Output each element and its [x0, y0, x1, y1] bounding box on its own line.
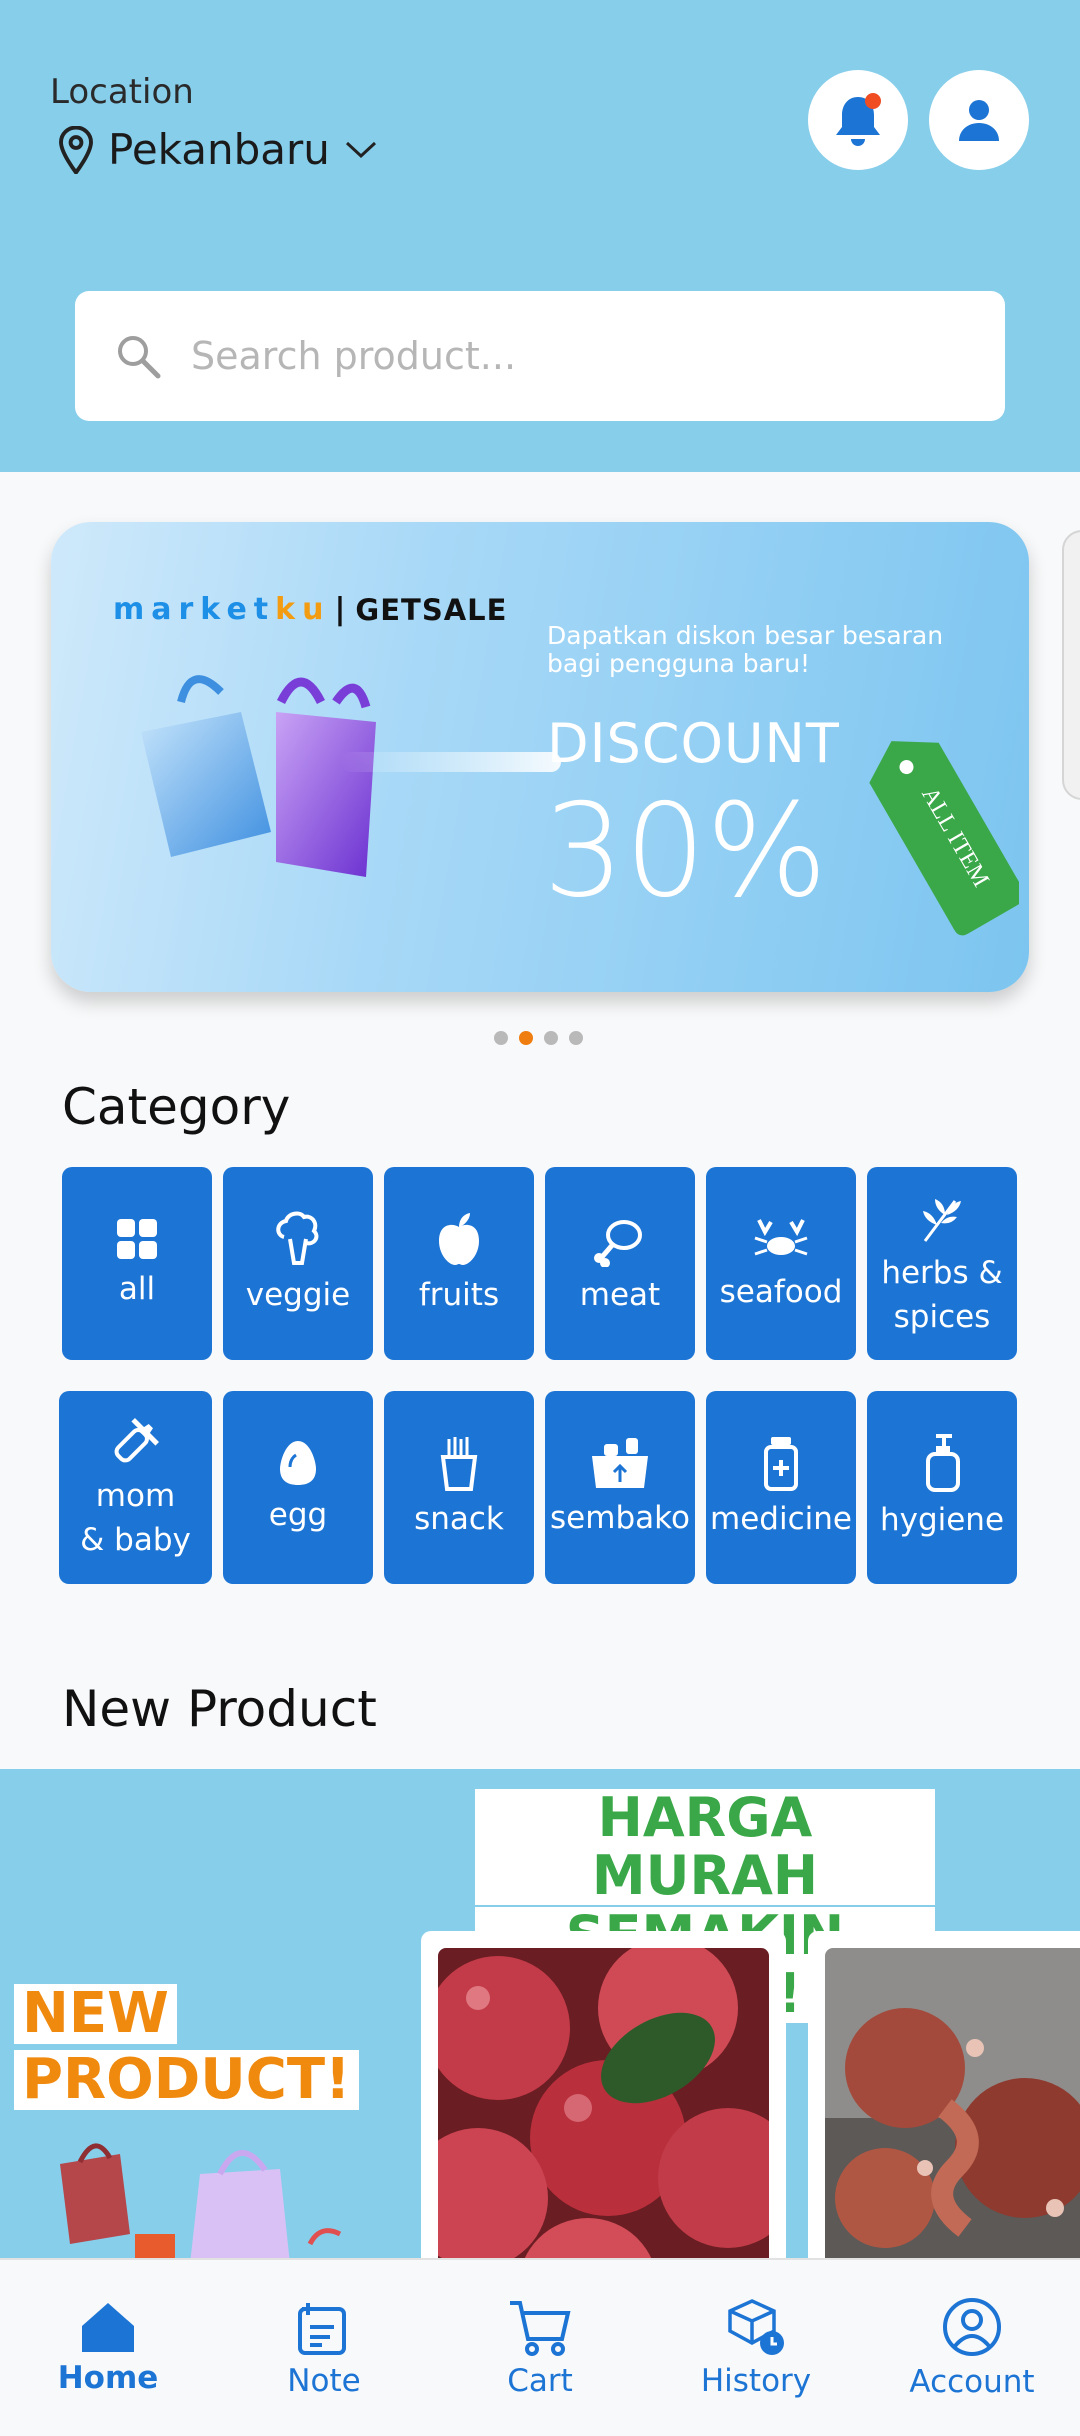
- location-value: Pekanbaru: [108, 125, 330, 174]
- np-badge-line2: PRODUCT!: [14, 2050, 359, 2110]
- category-label: herbs & spices: [881, 1254, 1003, 1335]
- promo-text: Dapatkan diskon besar besaran bagi pengg…: [547, 621, 944, 678]
- account-icon: [943, 2298, 1001, 2356]
- gift-bags-illustration: [60, 2143, 342, 2259]
- nav-label: Home: [57, 2360, 159, 2396]
- grid-icon: [117, 1218, 157, 1259]
- nav-history[interactable]: History: [656, 2297, 856, 2399]
- fries-icon: [440, 1436, 478, 1491]
- category-label: seafood: [719, 1273, 843, 1310]
- baby-bottle-icon: [114, 1417, 159, 1462]
- product-image-apples: [438, 1948, 769, 2259]
- category-title: Category: [62, 1078, 291, 1136]
- nav-note[interactable]: Note: [224, 2297, 424, 2399]
- category-mom-baby[interactable]: mom & baby: [59, 1391, 212, 1584]
- chevron-down-icon: [345, 141, 376, 158]
- search-bar[interactable]: [75, 291, 1005, 421]
- brand-separator: |: [334, 592, 346, 627]
- carousel-dots: [494, 1031, 583, 1045]
- medicine-bottle-icon: [764, 1436, 798, 1491]
- product-image-octopus: [825, 1948, 1080, 2259]
- category-label: veggie: [245, 1276, 351, 1313]
- nav-label: Account: [909, 2364, 1035, 2400]
- user-icon: [959, 100, 999, 141]
- product-card[interactable]: [808, 1931, 1080, 2259]
- discount-value: 30%: [543, 777, 828, 926]
- category-label: sembako: [550, 1499, 690, 1536]
- category-label: medicine: [710, 1500, 852, 1537]
- category-label: mom & baby: [80, 1477, 191, 1558]
- nav-home[interactable]: Home: [8, 2300, 208, 2396]
- nav-label: History: [700, 2363, 812, 2399]
- nav-label: Cart: [507, 2363, 573, 2399]
- home-icon: [82, 2303, 134, 2352]
- profile-button[interactable]: [929, 70, 1029, 170]
- shopping-bags-illustration: [141, 675, 376, 877]
- category-fruits[interactable]: fruits: [384, 1167, 534, 1360]
- brand-name: marketku: [113, 592, 331, 627]
- category-label: snack: [414, 1500, 504, 1537]
- category-label: hygiene: [879, 1501, 1005, 1538]
- carousel-dot[interactable]: [494, 1031, 508, 1045]
- np-heading-line1: HARGA MURAH: [475, 1789, 935, 1905]
- header: Location Pekanbaru: [0, 0, 1080, 472]
- category-seafood[interactable]: seafood: [706, 1167, 856, 1360]
- category-meat[interactable]: meat: [545, 1167, 695, 1360]
- category-label: fruits: [418, 1276, 500, 1313]
- new-product-section: HARGA MURAH SEMAKIN WAH!! NEW PRODUCT!: [0, 1769, 1080, 2259]
- egg-icon: [280, 1440, 316, 1485]
- broccoli-icon: [276, 1211, 319, 1265]
- cart-icon: [510, 2301, 571, 2356]
- basket-icon: [592, 1437, 648, 1488]
- location-title: Location: [50, 72, 194, 112]
- promo-banner[interactable]: marketku | GETSALE Dapatkan diskon besar…: [51, 522, 1029, 992]
- carousel-dot[interactable]: [544, 1031, 558, 1045]
- category-egg[interactable]: egg: [223, 1391, 373, 1584]
- herbs-icon: [923, 1198, 961, 1242]
- search-input[interactable]: [191, 334, 971, 378]
- soap-icon: [926, 1433, 960, 1492]
- location-selector[interactable]: Pekanbaru: [58, 125, 378, 174]
- notification-button[interactable]: [808, 70, 908, 170]
- category-sembako[interactable]: sembako: [545, 1391, 695, 1584]
- category-snack[interactable]: snack: [384, 1391, 534, 1584]
- category-veggie[interactable]: veggie: [223, 1167, 373, 1360]
- category-hygiene[interactable]: hygiene: [867, 1391, 1017, 1584]
- category-label: meat: [579, 1276, 661, 1313]
- nav-label: Note: [287, 2363, 361, 2399]
- next-banner-peek[interactable]: [1062, 530, 1080, 800]
- bell-icon: [836, 93, 881, 146]
- category-all[interactable]: all: [62, 1167, 212, 1360]
- crab-icon: [754, 1218, 808, 1255]
- pin-icon: [59, 125, 93, 174]
- banner-brand: marketku | GETSALE: [113, 592, 507, 627]
- brand-sale: GETSALE: [355, 592, 508, 627]
- np-badge: NEW PRODUCT!: [14, 1984, 359, 2116]
- apple-icon: [439, 1212, 479, 1265]
- category-herbs-spices[interactable]: herbs & spices: [867, 1167, 1017, 1360]
- np-badge-line1: NEW: [14, 1984, 177, 2044]
- product-card[interactable]: [421, 1931, 786, 2259]
- carousel-dot[interactable]: [569, 1031, 583, 1045]
- meat-icon: [594, 1219, 642, 1267]
- category-label: egg: [268, 1496, 328, 1533]
- category-label: all: [118, 1270, 156, 1307]
- all-item-tag: ALL ITEM: [869, 741, 1019, 936]
- note-icon: [298, 2303, 346, 2355]
- category-medicine[interactable]: medicine: [706, 1391, 856, 1584]
- discount-label: DISCOUNT: [547, 712, 840, 775]
- new-product-title: New Product: [62, 1680, 377, 1738]
- nav-cart[interactable]: Cart: [440, 2297, 640, 2399]
- bottom-nav: Home Note Cart History Account: [0, 2258, 1080, 2436]
- carousel-dot-active[interactable]: [519, 1031, 533, 1045]
- banner-glow: [341, 752, 561, 772]
- history-icon: [728, 2299, 784, 2355]
- category-grid: all veggie fruits meat seafood herbs & s…: [59, 1167, 1018, 1584]
- nav-account[interactable]: Account: [872, 2296, 1072, 2400]
- search-icon: [118, 336, 161, 379]
